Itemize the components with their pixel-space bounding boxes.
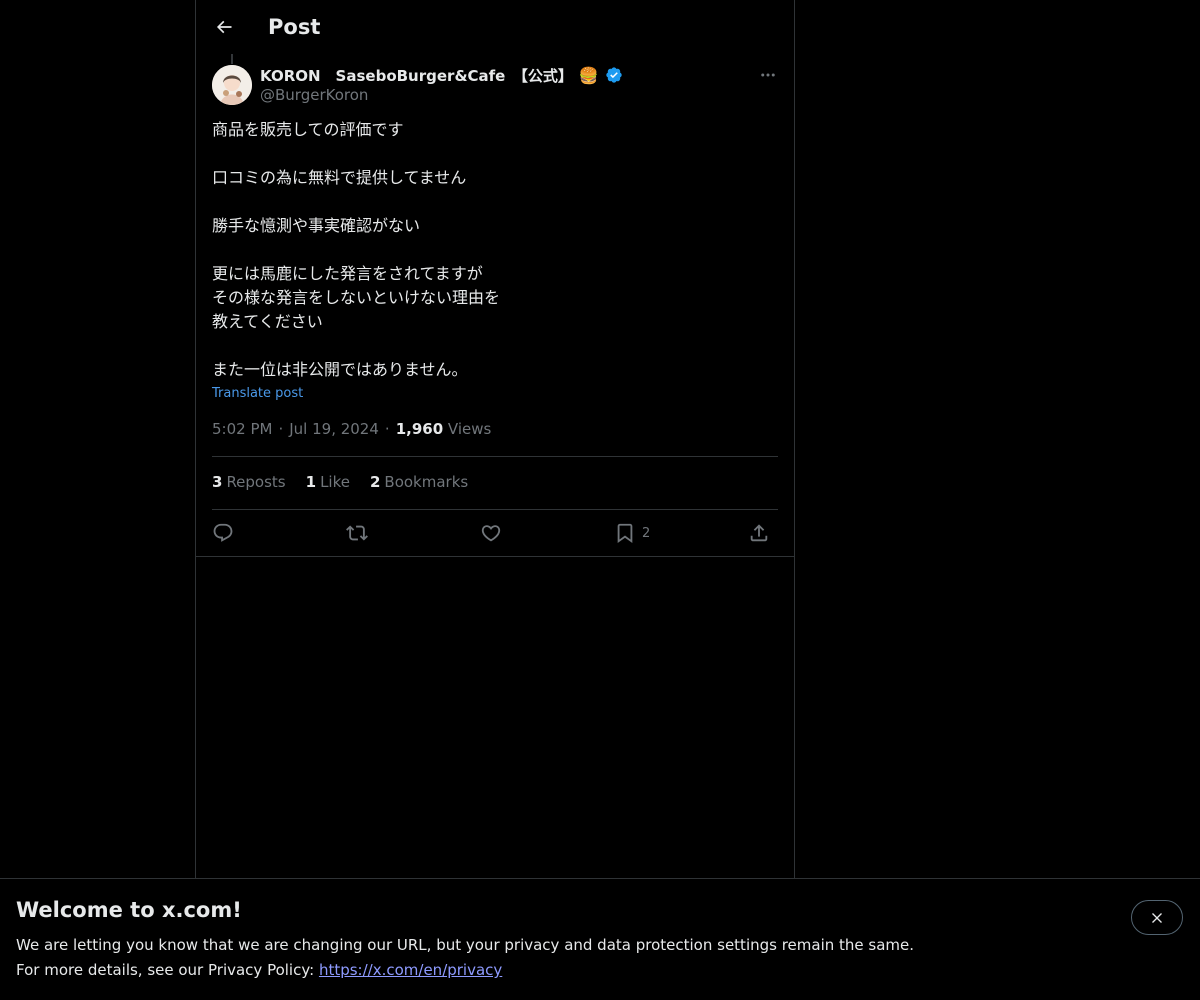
more-options-button[interactable]: [756, 64, 780, 86]
post-text-line: また一位は非公開ではありません。: [212, 360, 468, 379]
post-meta: 5:02 PM · Jul 19, 2024 · 1,960 Views: [212, 420, 491, 438]
avatar-illustration: [212, 65, 252, 105]
burger-emoji-icon: 🍔: [578, 65, 599, 85]
bookmark-button[interactable]: 2: [614, 517, 650, 549]
back-button[interactable]: [208, 11, 240, 43]
reply-icon: [213, 523, 233, 542]
reposts-label: Reposts: [226, 473, 286, 491]
post-text-line: [212, 238, 778, 262]
action-bar: 2: [212, 517, 778, 549]
post-text-line: 口コミの為に無料で提供してません: [212, 168, 467, 187]
reply-button[interactable]: [212, 517, 234, 549]
translate-post-link[interactable]: Translate post: [212, 386, 303, 401]
heart-icon: [481, 525, 501, 542]
banner-title: Welcome to x.com!: [16, 898, 242, 922]
bookmarks-label: Bookmarks: [384, 473, 469, 491]
author-handle[interactable]: @BurgerKoron: [260, 86, 368, 104]
more-dots-icon: [761, 73, 775, 77]
divider: [196, 556, 794, 557]
post-text-line: 教えてください: [212, 312, 323, 331]
views-group: 1,960 Views: [396, 420, 492, 438]
page-title: Post: [268, 15, 321, 39]
close-icon: [1152, 912, 1162, 923]
post-time[interactable]: 5:02 PM: [212, 420, 272, 438]
share-icon: [750, 524, 768, 542]
post-text-line: その様な発言をしないといけない理由を: [212, 288, 501, 307]
bookmark-count: 2: [642, 525, 651, 541]
repost-icon: [346, 525, 368, 541]
post-text-line: [212, 142, 778, 166]
arrow-left-icon: [216, 20, 232, 34]
author-avatar[interactable]: [212, 65, 252, 105]
meta-separator: ·: [384, 420, 390, 438]
reposts-count: 3: [212, 473, 223, 491]
bookmarks-stat[interactable]: 2 Bookmarks: [370, 473, 468, 491]
share-button[interactable]: [748, 517, 770, 549]
repost-button[interactable]: [346, 517, 368, 549]
post-text-line: 更には馬鹿にした発言をされてますが: [212, 264, 483, 283]
likes-count: 1: [305, 473, 317, 491]
author-name-row: KORON SaseboBurger&Cafe 【公式】 🍔: [260, 64, 623, 86]
author-display-name[interactable]: KORON SaseboBurger&Cafe 【公式】: [260, 65, 573, 86]
banner-privacy-prefix: For more details, see our Privacy Policy…: [16, 961, 319, 979]
divider: [212, 509, 778, 510]
engagement-stats: 3 Reposts 1 Like 2 Bookmarks: [212, 473, 468, 491]
meta-separator: ·: [278, 420, 284, 438]
likes-label: Like: [320, 473, 350, 491]
divider: [212, 456, 778, 457]
likes-stat[interactable]: 1 Like: [306, 473, 350, 491]
bookmark-icon: [617, 523, 633, 544]
close-banner-button[interactable]: [1131, 900, 1183, 935]
post-text-line: 勝手な憶測や事実確認がない: [212, 216, 421, 235]
like-button[interactable]: [480, 517, 502, 549]
privacy-policy-link[interactable]: https://x.com/en/privacy: [319, 961, 502, 979]
views-label: Views: [447, 420, 492, 438]
post-text: 商品を販売しての評価です 口コミの為に無料で提供してません 勝手な憶測や事実確認…: [212, 118, 778, 382]
post-text-line: [212, 334, 778, 358]
welcome-banner: Welcome to x.com! We are letting you kno…: [0, 878, 1200, 1000]
page-header: Post: [196, 0, 794, 54]
banner-message: We are letting you know that we are chan…: [16, 936, 915, 954]
post-date[interactable]: Jul 19, 2024: [289, 420, 379, 438]
views-count: 1,960: [395, 420, 444, 438]
bookmarks-count: 2: [369, 473, 381, 491]
primary-column: Post KORON SaseboBurger&Cafe 【公式】 🍔 @Bur…: [195, 0, 795, 878]
thread-connector-line: [231, 54, 233, 64]
post-text-line: 商品を販売しての評価です: [212, 120, 404, 139]
verified-badge-icon[interactable]: [605, 66, 623, 84]
reposts-stat[interactable]: 3 Reposts: [212, 473, 286, 491]
banner-privacy-line: For more details, see our Privacy Policy…: [16, 961, 502, 979]
post-text-line: [212, 190, 778, 214]
